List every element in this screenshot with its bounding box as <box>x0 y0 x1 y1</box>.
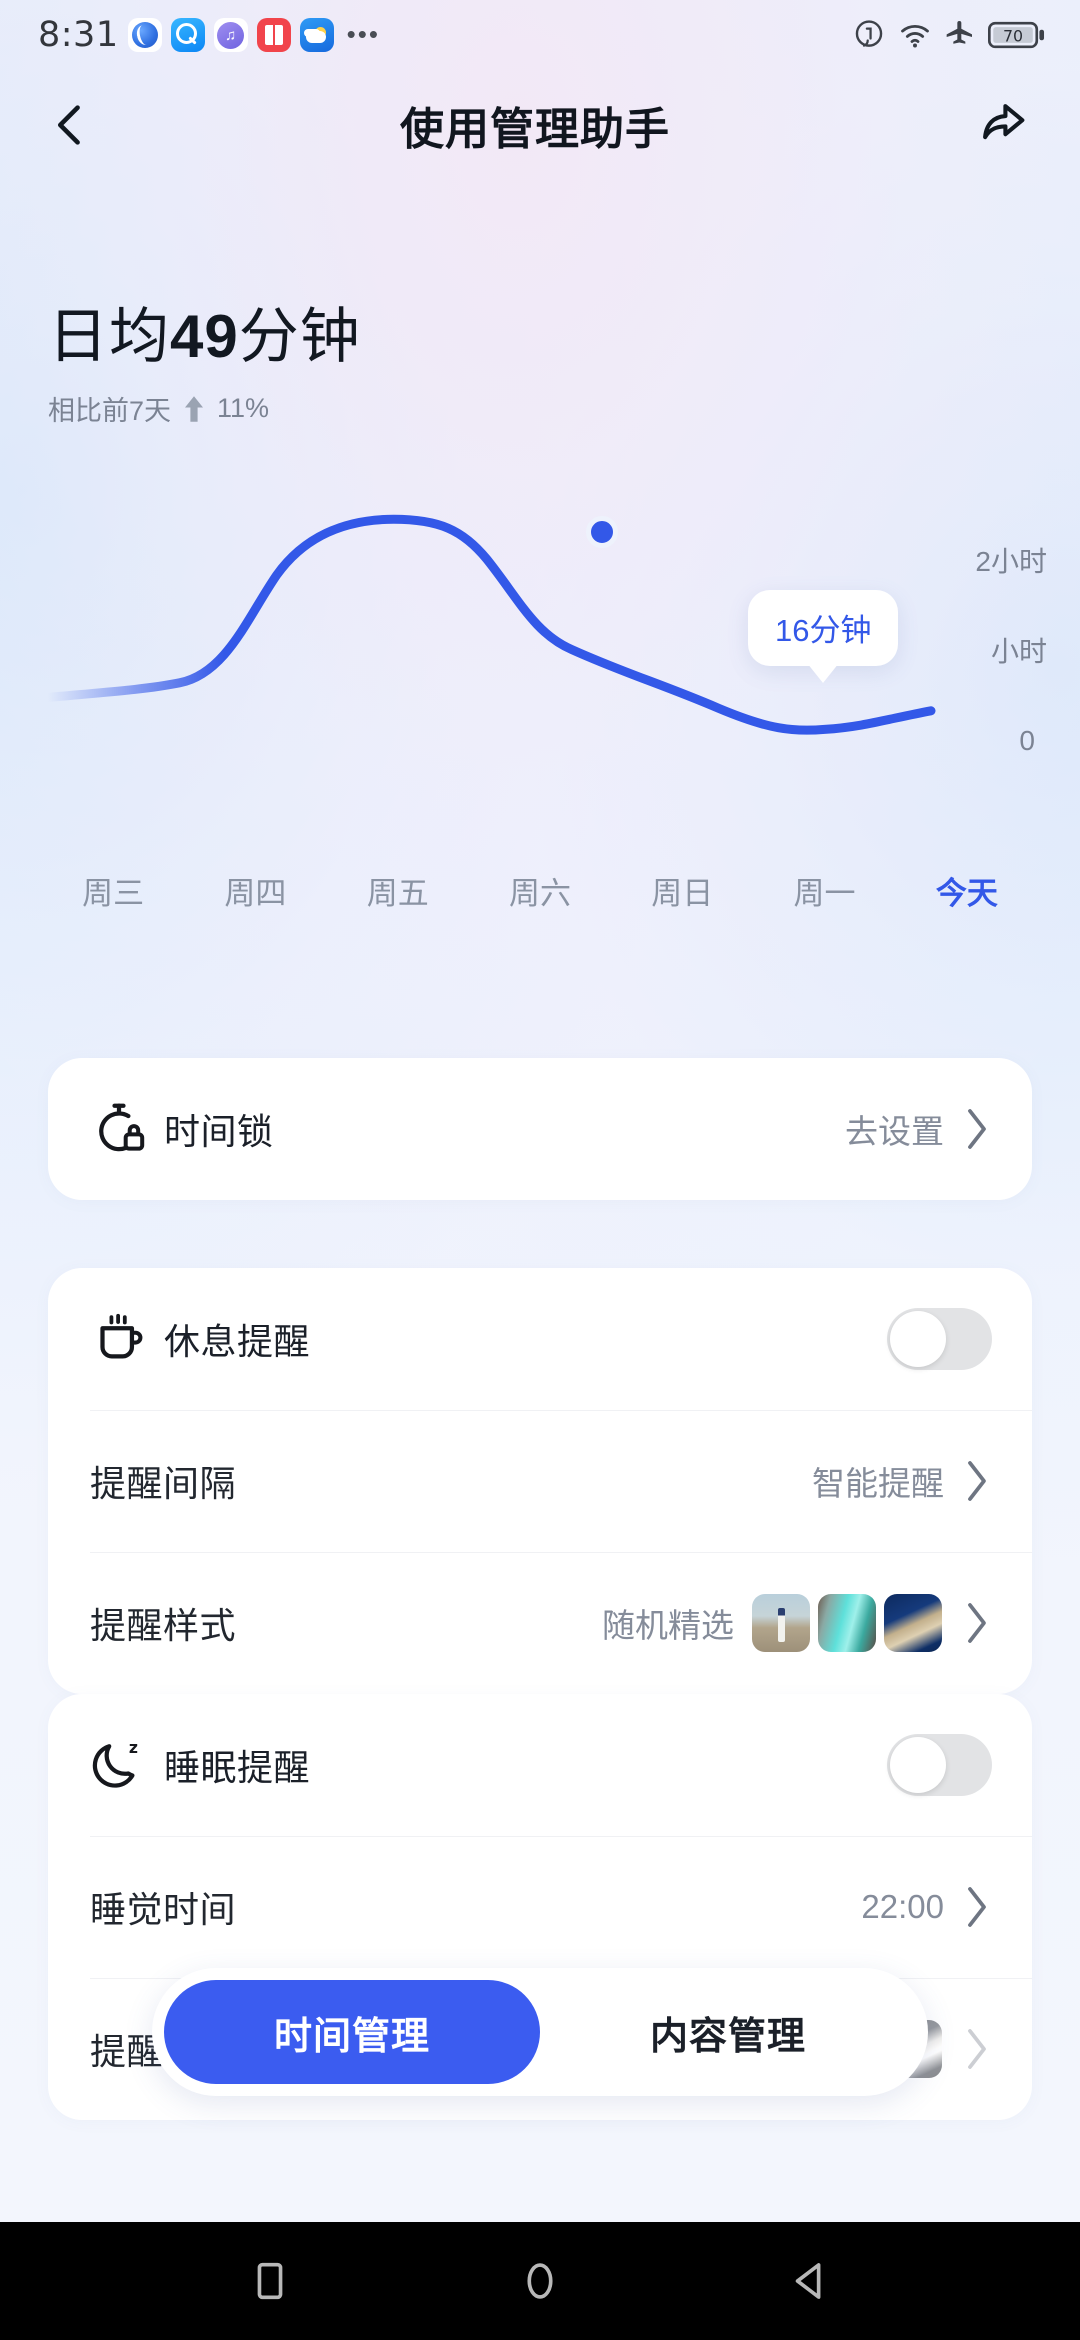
x-label-mon[interactable]: 周一 <box>753 868 895 913</box>
phone-screen: 8:31 ••• <box>0 0 1080 2340</box>
x-label-wed[interactable]: 周三 <box>42 868 184 913</box>
y-axis-label-mid: 小时 <box>990 636 1047 667</box>
usage-line-chart[interactable]: 2小时 小时 0 16分钟 <box>0 500 1080 920</box>
compare-label: 相比前7天 <box>48 396 172 426</box>
time-lock-row[interactable]: 时间锁 去设置 <box>48 1058 1032 1200</box>
tab-time-management[interactable]: 时间管理 <box>164 1980 540 2084</box>
break-reminder-toggle[interactable] <box>887 1308 992 1370</box>
android-navigation-bar <box>0 2222 1080 2340</box>
reminder-interval-row[interactable]: 提醒间隔 智能提醒 <box>48 1410 1032 1552</box>
battery-level-text: 70 <box>1003 27 1023 46</box>
chevron-right-icon[interactable] <box>962 1107 992 1151</box>
chart-x-axis-labels: 周三 周四 周五 周六 周日 周一 今天 <box>0 868 1080 913</box>
bedtime-value: 22:00 <box>861 1888 944 1925</box>
chevron-right-icon[interactable] <box>962 2027 992 2071</box>
usage-summary: 日均49分钟 相比前7天 11% <box>48 288 361 428</box>
trend-comparison: 相比前7天 11% <box>48 389 361 428</box>
tab-content-management[interactable]: 内容管理 <box>540 1980 916 2084</box>
chevron-right-icon[interactable] <box>962 1601 992 1645</box>
airplane-mode-icon <box>946 21 972 44</box>
bedtime-label: 睡觉时间 <box>90 1889 237 1930</box>
break-reminder-row[interactable]: 休息提醒 <box>48 1268 1032 1410</box>
reminder-interval-label: 提醒间隔 <box>90 1463 237 1504</box>
notification-overflow-icon: ••• <box>346 19 380 50</box>
x-label-sun[interactable]: 周日 <box>611 868 753 913</box>
search-icon <box>170 18 205 52</box>
weather-icon <box>299 18 334 52</box>
usage-curve <box>0 500 1080 920</box>
daily-average-unit: 分钟 <box>238 303 361 370</box>
toggle-knob <box>890 1311 946 1367</box>
daily-average-headline: 日均49分钟 <box>48 288 361 375</box>
coffee-cup-icon <box>90 1310 164 1368</box>
do-not-disturb-icon <box>855 20 883 47</box>
bottom-segmented-control: 时间管理 内容管理 <box>152 1968 928 2096</box>
status-bar: 8:31 ••• <box>0 0 1080 70</box>
sleep-reminder-row[interactable]: z 睡眠提醒 <box>48 1694 1032 1836</box>
sleep-reminder-label: 睡眠提醒 <box>164 1747 311 1788</box>
blue-coast-thumb <box>884 1594 942 1652</box>
time-lock-value: 去设置 <box>845 1113 944 1150</box>
stopwatch-lock-icon <box>90 1100 164 1158</box>
y-axis-label-bottom: 0 <box>1019 725 1035 756</box>
x-label-fri[interactable]: 周五 <box>327 868 469 913</box>
chart-selected-point[interactable] <box>586 516 618 548</box>
chart-tooltip: 16分钟 <box>748 590 899 666</box>
book-icon <box>256 18 291 52</box>
battery-icon: 70 <box>988 21 1045 49</box>
status-bar-clock: 8:31 <box>38 15 119 55</box>
break-reminder-card: 休息提醒 提醒间隔 智能提醒 提醒样式 随机精选 <box>48 1268 1032 1694</box>
daily-average-prefix: 日均 <box>48 303 170 370</box>
circle-home-icon[interactable] <box>505 2246 575 2316</box>
page-title: 使用管理助手 <box>400 105 670 154</box>
reminder-interval-value: 智能提醒 <box>812 1465 944 1502</box>
square-recents-icon[interactable] <box>235 2246 305 2316</box>
reminder-style-row[interactable]: 提醒样式 随机精选 <box>48 1552 1032 1694</box>
break-reminder-label: 休息提醒 <box>164 1321 311 1362</box>
browser-icon <box>127 18 162 52</box>
chevron-left-icon[interactable] <box>44 99 96 151</box>
wifi-icon <box>901 24 929 48</box>
time-lock-card: 时间锁 去设置 <box>48 1058 1032 1200</box>
bedtime-row[interactable]: 睡觉时间 22:00 <box>48 1836 1032 1978</box>
app-header: 使用管理助手 <box>0 70 1080 180</box>
svg-text:z: z <box>129 1739 138 1757</box>
reminder-style-value: 随机精选 <box>602 1607 734 1644</box>
status-bar-right: 70 <box>852 18 1046 52</box>
share-icon[interactable] <box>974 96 1032 154</box>
chevron-right-icon[interactable] <box>962 1885 992 1929</box>
daily-average-value: 49 <box>170 303 239 370</box>
moon-sleep-icon: z <box>90 1736 164 1794</box>
status-bar-left: 8:31 ••• <box>38 15 380 55</box>
y-axis-label-top: 2小时 <box>975 546 1047 577</box>
x-label-sat[interactable]: 周六 <box>469 868 611 913</box>
x-label-today[interactable]: 今天 <box>896 868 1038 913</box>
music-icon <box>213 18 248 52</box>
triangle-back-icon[interactable] <box>775 2246 845 2316</box>
trend-value: 11% <box>217 393 270 423</box>
reminder-style-label: 提醒样式 <box>90 1605 237 1646</box>
x-label-thu[interactable]: 周四 <box>184 868 326 913</box>
lighthouse-beach-thumb <box>752 1594 810 1652</box>
toggle-knob <box>890 1737 946 1793</box>
chart-tooltip-value: 16分钟 <box>775 613 872 648</box>
time-lock-label: 时间锁 <box>164 1111 274 1152</box>
turquoise-waterfall-thumb <box>818 1594 876 1652</box>
arrow-up-icon <box>185 395 204 422</box>
reminder-style-thumbnails <box>752 1594 942 1652</box>
chevron-right-icon[interactable] <box>962 1459 992 1503</box>
sleep-reminder-toggle[interactable] <box>887 1734 992 1796</box>
